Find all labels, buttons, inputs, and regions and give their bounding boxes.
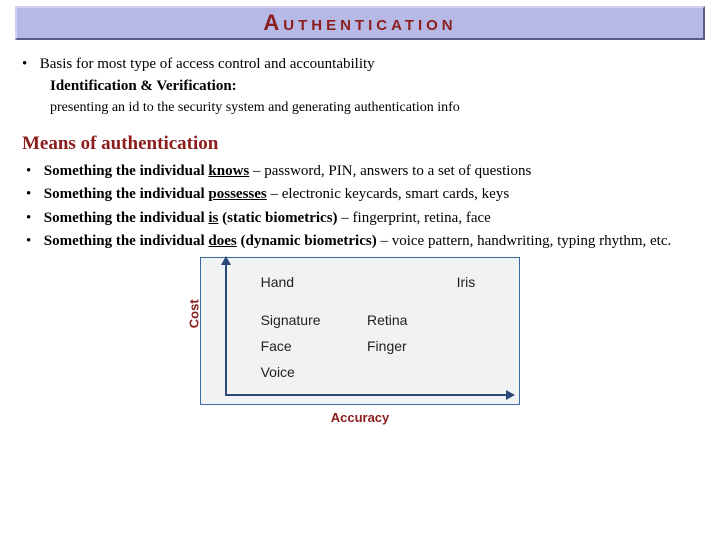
bullet-icon: • <box>22 54 36 74</box>
bullet-icon: • <box>26 208 40 228</box>
list-item: • Something the individual does (dynamic… <box>26 231 698 251</box>
chart-point-label: Iris <box>457 273 476 292</box>
slide-title-bar: Authentication <box>15 6 705 40</box>
bullet-basis-text: Basis for most type of access control an… <box>40 56 375 72</box>
bullet-icon: • <box>26 184 40 204</box>
sub-ident-title: Identification & Verification: <box>50 76 698 96</box>
bullet-basis: • Basis for most type of access control … <box>22 54 698 74</box>
chart-plot-area: Hand Signature Face Voice Retina Finger Iris <box>225 264 507 396</box>
bullet-icon: • <box>26 161 40 181</box>
axis-arrow-right-icon <box>506 390 515 400</box>
list-item: • Something the individual is (static bi… <box>26 208 698 228</box>
axis-arrow-up-icon <box>221 256 231 265</box>
chart-point-label: Finger <box>367 337 407 356</box>
chart-frame: Hand Signature Face Voice Retina Finger Iris <box>200 257 520 405</box>
biometrics-chart: Cost HandSignatureFaceVoiceRetinaFingerI… <box>200 257 520 427</box>
sub-ident-text: presenting an id to the security system … <box>50 99 698 118</box>
chart-xlabel: Accuracy <box>200 409 520 427</box>
chart-point-label: Hand <box>261 273 294 292</box>
list-item: • Something the individual knows – passw… <box>26 161 698 181</box>
list-item: • Something the individual possesses – e… <box>26 184 698 204</box>
chart-point-label: Face <box>261 337 292 356</box>
slide-content: • Basis for most type of access control … <box>0 44 720 427</box>
chart-point-label: Signature <box>261 311 321 330</box>
slide-title: Authentication <box>263 10 456 35</box>
bullet-icon: • <box>26 231 40 251</box>
means-list: • Something the individual knows – passw… <box>26 161 698 251</box>
chart-point-label: Retina <box>367 311 407 330</box>
heading-means: Means of authentication <box>22 131 698 157</box>
chart-point-label: Voice <box>261 363 295 382</box>
